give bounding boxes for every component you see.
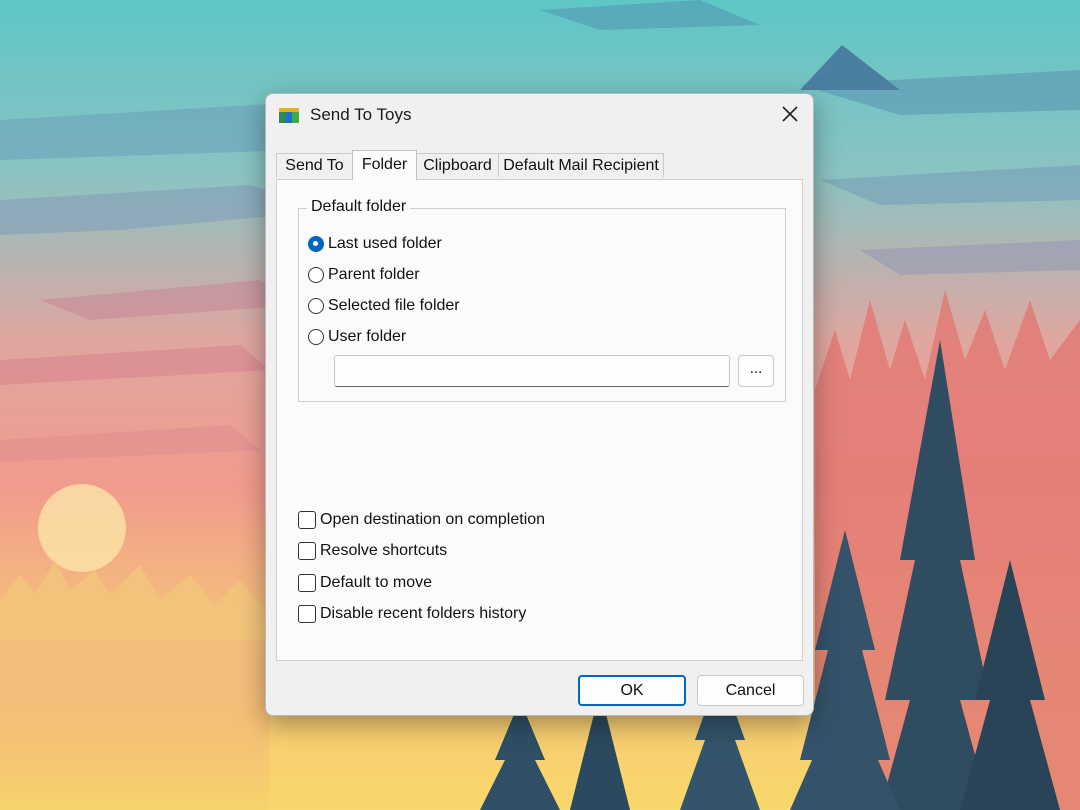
user-folder-input[interactable] [334, 355, 730, 387]
radio-label: Last used folder [328, 235, 442, 252]
radio-selected-file-folder[interactable]: Selected file folder [308, 295, 460, 317]
checkbox-open-destination[interactable]: Open destination on completion [298, 509, 545, 531]
radio-button[interactable] [308, 267, 324, 283]
radio-user-folder[interactable]: User folder [308, 326, 406, 348]
checkbox[interactable] [298, 511, 316, 529]
checkbox-disable-recent-folders[interactable]: Disable recent folders history [298, 603, 526, 625]
radio-label: Parent folder [328, 266, 420, 283]
radio-button[interactable] [308, 298, 324, 314]
checkbox-label: Resolve shortcuts [320, 542, 448, 559]
radio-button[interactable] [308, 236, 324, 252]
radio-button[interactable] [308, 329, 324, 345]
window-title: Send To Toys [310, 105, 412, 124]
sendtotoys-app-icon [279, 108, 299, 124]
checkbox-label: Open destination on completion [320, 511, 546, 528]
title-bar[interactable]: Send To Toys [266, 94, 813, 136]
checkbox-resolve-shortcuts[interactable]: Resolve shortcuts [298, 540, 447, 562]
radio-parent-folder[interactable]: Parent folder [308, 264, 420, 286]
close-button[interactable] [767, 94, 813, 134]
checkbox[interactable] [298, 574, 316, 592]
folder-tab-panel: Default folder Last used folder Parent f… [276, 179, 803, 661]
checkbox-default-to-move[interactable]: Default to move [298, 572, 432, 594]
tab-default-mail-recipient[interactable]: Default Mail Recipient [498, 153, 664, 177]
default-folder-legend: Default folder [307, 198, 411, 216]
send-to-toys-dialog: Send To Toys Send To Folder Clipboard De… [265, 93, 814, 716]
radio-last-used-folder[interactable]: Last used folder [308, 233, 442, 255]
checkbox[interactable] [298, 605, 316, 623]
checkbox-label: Disable recent folders history [320, 605, 527, 622]
checkbox[interactable] [298, 542, 316, 560]
close-icon [782, 106, 798, 122]
checkbox-label: Default to move [320, 574, 433, 591]
tab-send-to[interactable]: Send To [276, 153, 353, 177]
radio-label: User folder [328, 328, 407, 345]
cancel-button[interactable]: Cancel [697, 675, 804, 706]
browse-folder-button[interactable]: ... [738, 355, 774, 387]
tab-folder[interactable]: Folder [352, 150, 417, 180]
ok-button[interactable]: OK [578, 675, 686, 706]
tab-clipboard[interactable]: Clipboard [416, 153, 499, 177]
default-folder-group: Default folder Last used folder Parent f… [298, 198, 786, 402]
radio-label: Selected file folder [328, 297, 460, 314]
